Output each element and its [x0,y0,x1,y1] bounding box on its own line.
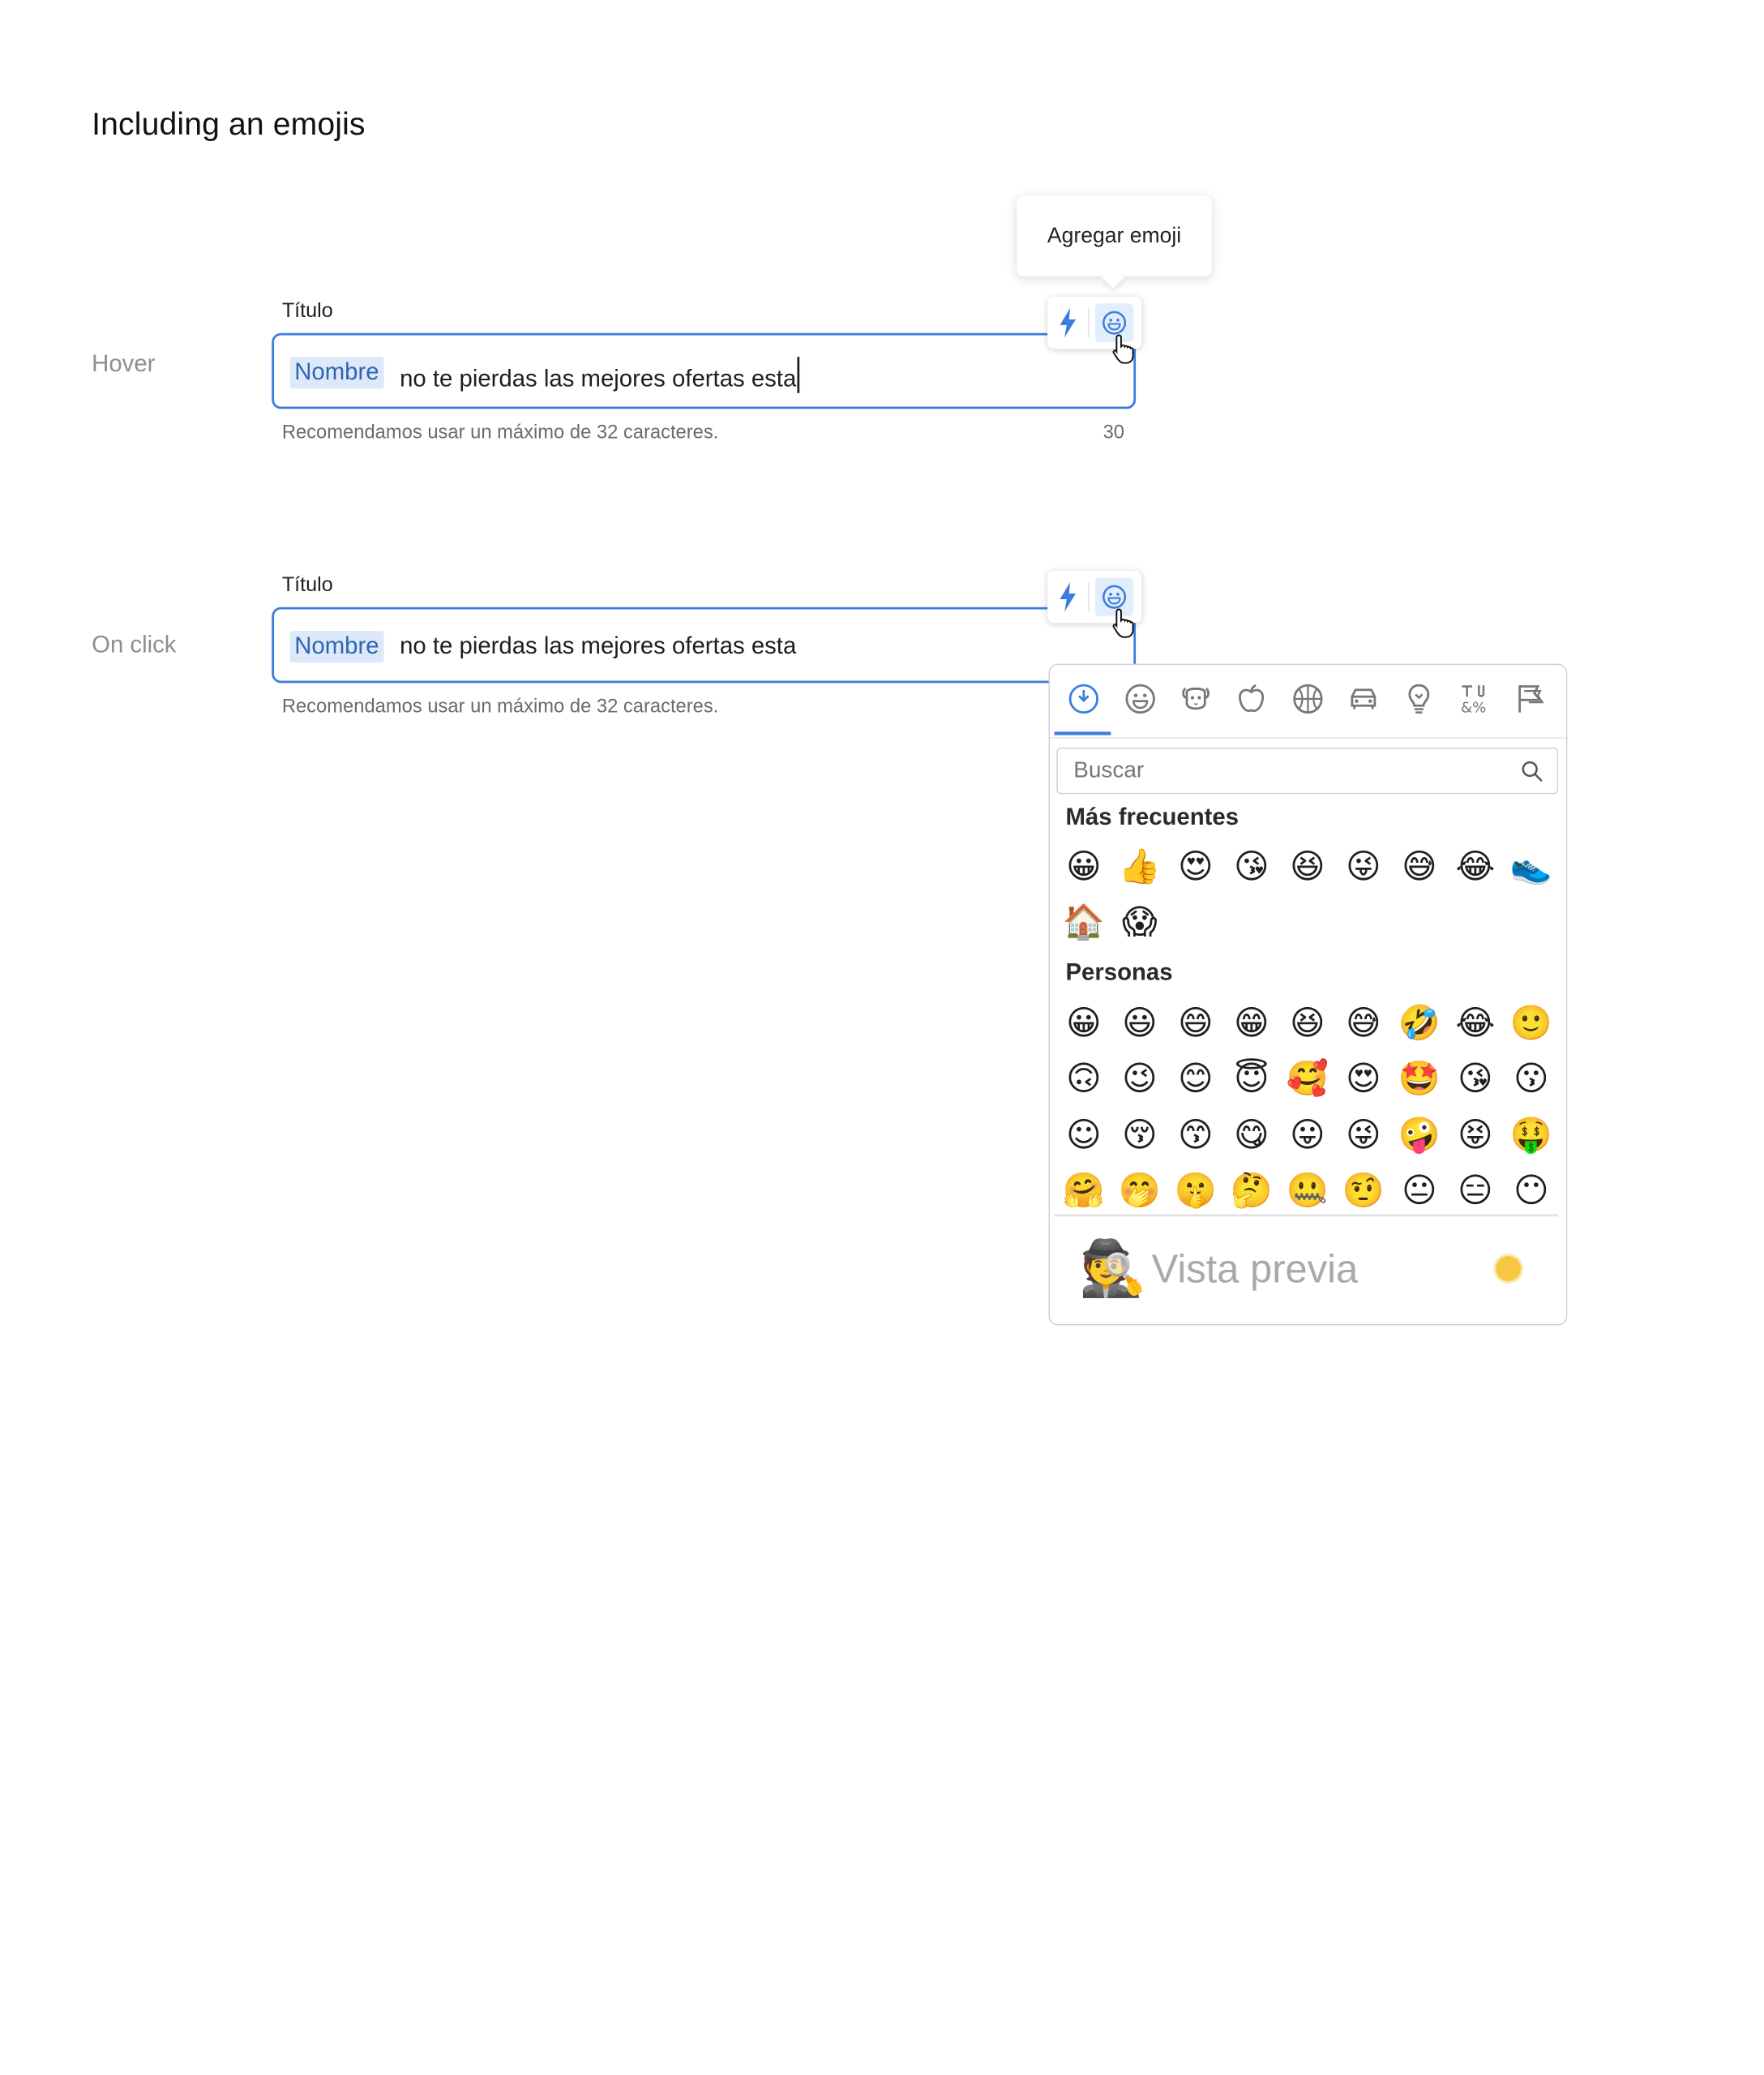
character-counter: 30 [1102,421,1125,444]
emoji-item[interactable]: 👍 [1117,845,1162,890]
preview-text: Vista previa [1151,1246,1359,1292]
svg-text:&%: &% [1461,700,1486,717]
active-category-indicator [1054,731,1111,735]
emoji-item[interactable]: 😘 [1229,845,1274,890]
flags-icon[interactable] [1513,681,1549,718]
search-icon [1522,761,1543,782]
symbols-icon[interactable]: &% [1458,681,1494,718]
people-section-title: Personas [1065,959,1173,986]
travel-icon[interactable] [1346,681,1382,718]
emoji-item[interactable]: 😅 [1397,845,1442,890]
emoji-item[interactable]: 🤩 [1397,1057,1442,1103]
emoji-item[interactable]: 😚 [1117,1113,1162,1159]
emoji-item[interactable]: 😛 [1285,1113,1330,1159]
emoji-picker: &% Buscar Más frecuentes 😀 👍 😍 😘 😆 😜 😅 😂 👟 🏠 😱 Per… [1048,663,1568,1326]
lightning-bolt-icon[interactable] [1056,581,1079,613]
emoji-item[interactable]: 🙃 [1061,1057,1107,1103]
emoji-item[interactable]: 😂 [1453,845,1498,890]
skin-tone-selector[interactable] [1496,1256,1522,1281]
emoji-item[interactable]: 🤨 [1341,1168,1386,1214]
emoji-item[interactable]: 😝 [1453,1113,1498,1159]
hover-state-label: Hover [92,351,156,378]
hand-cursor-icon [1112,334,1134,364]
lightning-bolt-icon[interactable] [1056,307,1079,339]
title-field-label: Título [281,298,333,322]
emoji-item[interactable]: 🤪 [1397,1113,1442,1159]
emoji-item[interactable]: 😀 [1061,1001,1107,1047]
emoji-item[interactable]: 😉 [1117,1057,1162,1103]
title-input-click[interactable]: Nombre no te pierdas las mejores ofertas… [272,607,1137,684]
emoji-item[interactable]: 😃 [1117,1001,1162,1047]
toolbar-separator [1088,307,1090,338]
title-input-value: no te pierdas las mejores ofertas esta [400,366,797,392]
emoji-item[interactable]: 😘 [1453,1057,1498,1103]
text-caret [797,357,800,393]
objects-icon[interactable] [1401,681,1437,718]
emoji-item[interactable]: 🤗 [1061,1168,1107,1214]
emoji-item[interactable]: 😆 [1285,845,1330,890]
emoji-item[interactable]: 😂 [1453,1001,1498,1047]
emoji-item[interactable]: 👟 [1509,845,1554,890]
emoji-item[interactable]: ☺ [1061,1113,1107,1159]
emoji-item[interactable]: 😑 [1453,1168,1498,1214]
emoji-item[interactable]: 😀 [1061,845,1107,890]
toolbar-separator [1088,582,1090,612]
emoji-item[interactable]: 🤐 [1285,1168,1330,1214]
emoji-category-tabs: &% [1049,665,1566,739]
recent-clock-icon[interactable] [1065,681,1102,718]
picker-divider [1054,1214,1559,1217]
emoji-item[interactable]: 🥰 [1285,1057,1330,1103]
title-field-label-click: Título [281,572,333,596]
emoji-item[interactable]: 🤑 [1509,1113,1554,1159]
frequent-section-title: Más frecuentes [1065,804,1240,830]
emoji-item[interactable]: 😋 [1229,1113,1274,1159]
search-placeholder: Buscar [1073,757,1145,783]
emoji-item[interactable]: 🤫 [1173,1168,1218,1214]
emoji-item[interactable]: 😜 [1341,1113,1386,1159]
title-input-hover[interactable]: Nombre no te pierdas las mejores ofertas… [272,332,1137,409]
emoji-item[interactable]: 😊 [1173,1057,1218,1103]
emoji-item[interactable]: 😜 [1341,845,1386,890]
emoji-item[interactable]: 🙂 [1509,1001,1554,1047]
page-title: Including an emojis [92,106,366,142]
food-icon[interactable] [1233,681,1269,718]
emoji-item[interactable]: 😙 [1173,1113,1218,1159]
emoji-item[interactable]: 😄 [1173,1001,1218,1047]
smiley-face-icon [1102,311,1127,335]
name-variable-chip[interactable]: Nombre [289,357,384,389]
emoji-item[interactable]: 🤣 [1397,1001,1442,1047]
preview-emoji: 🕵 [1079,1239,1147,1300]
emoji-item[interactable]: 😱 [1117,901,1162,946]
emoji-item[interactable]: 😍 [1173,845,1218,890]
emoji-item[interactable]: 😶 [1509,1168,1554,1214]
smiley-face-icon [1102,585,1127,609]
emoji-item[interactable]: 🏠 [1061,901,1107,946]
emoji-item[interactable]: 😍 [1341,1057,1386,1103]
emoji-item[interactable]: 😇 [1229,1057,1274,1103]
helper-text-click: Recomendamos usar un máximo de 32 caract… [281,695,719,718]
emoji-item[interactable]: 😅 [1341,1001,1386,1047]
emoji-item[interactable]: 🤭 [1117,1168,1162,1214]
title-input-value-click: no te pierdas las mejores ofertas esta [400,632,797,659]
emoji-item[interactable]: 🤔 [1229,1168,1274,1214]
add-emoji-tooltip: Agregar emoji [1017,195,1212,277]
animals-icon[interactable] [1178,681,1214,718]
emoji-item[interactable]: 😐 [1397,1168,1442,1214]
activity-icon[interactable] [1290,681,1326,718]
smileys-icon[interactable] [1122,681,1158,718]
name-variable-chip-click[interactable]: Nombre [289,631,384,663]
emoji-item[interactable]: 😆 [1285,1001,1330,1047]
hand-cursor-icon [1112,608,1134,638]
emoji-item[interactable]: 😁 [1229,1001,1274,1047]
emoji-item[interactable]: 😗 [1509,1057,1554,1103]
emoji-search-input[interactable]: Buscar [1056,747,1559,795]
click-state-label: On click [92,632,177,658]
helper-text-hover: Recomendamos usar un máximo de 32 caract… [281,421,719,444]
title-input-text: no te pierdas las mejores ofertas esta [400,357,800,395]
